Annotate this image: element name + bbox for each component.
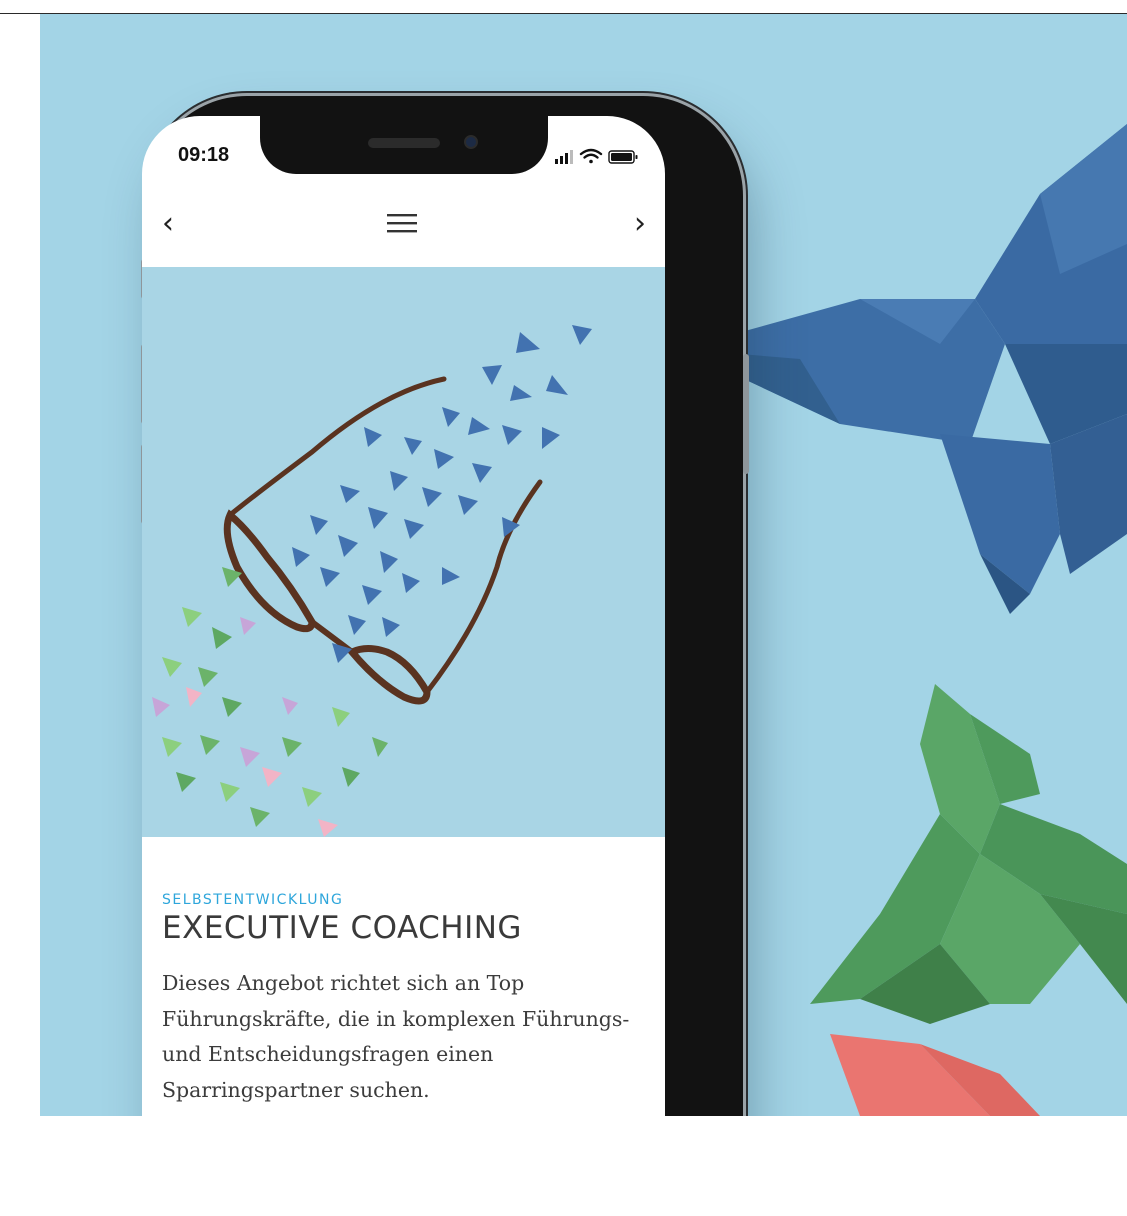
chevron-right-icon: › [634, 206, 646, 241]
article-title: EXECUTIVE COACHING [162, 910, 522, 946]
description-line: Sparringspartner suchen. [162, 1077, 430, 1102]
article-category: SELBSTENTWICKLUNG [162, 892, 344, 908]
top-border-strip [0, 0, 1127, 14]
description-line: Führungskräfte, die in komplexen Führung… [162, 1006, 630, 1031]
description-line: Dieses Angebot richtet sich an Top [162, 971, 525, 995]
hamburger-menu-icon[interactable] [385, 210, 419, 236]
cellular-signal-icon [555, 150, 573, 164]
app-navigation-bar: ‹ › [142, 194, 665, 252]
front-camera-icon [464, 135, 478, 149]
article-description: Dieses Angebot richtet sich an Top Führu… [162, 966, 652, 1108]
battery-icon [608, 150, 638, 164]
phone-power-button [743, 354, 749, 474]
status-icons [555, 148, 638, 164]
back-button[interactable]: ‹ [162, 208, 194, 240]
hero-image [142, 267, 665, 837]
chevron-left-icon: ‹ [162, 206, 174, 241]
forward-button[interactable]: › [614, 208, 646, 240]
status-time: 09:18 [178, 144, 230, 166]
wifi-icon [579, 148, 603, 164]
phone-screen: 09:18 ‹ › SELBSTENTWICKLUNG EXECUTIVE CO… [142, 116, 665, 1216]
description-line: und Entscheidungsfragen einen [162, 1042, 494, 1066]
phone-notch [260, 116, 548, 174]
speaker-grille [368, 138, 440, 148]
